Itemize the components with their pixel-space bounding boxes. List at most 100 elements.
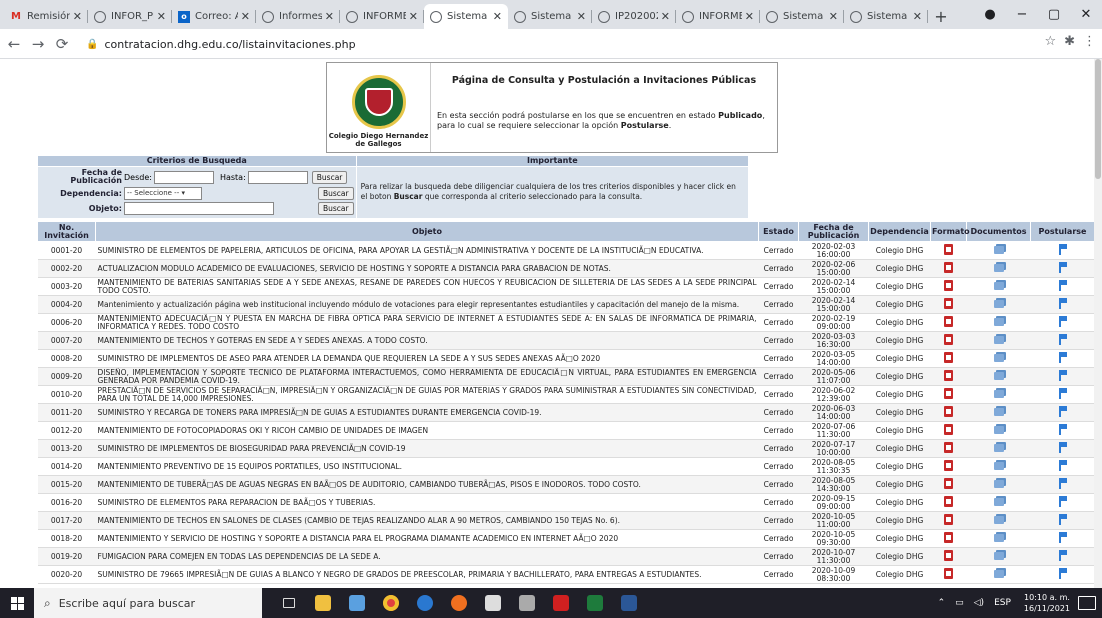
browser-tab[interactable]: Sistema d✕ bbox=[508, 4, 592, 29]
word-icon[interactable] bbox=[612, 588, 646, 618]
documents-icon[interactable] bbox=[993, 533, 1004, 542]
pdf-format-icon[interactable] bbox=[944, 316, 953, 327]
browser-tab[interactable]: INFORME ✕ bbox=[340, 4, 424, 29]
pdf-format-icon[interactable] bbox=[944, 496, 953, 507]
documents-icon[interactable] bbox=[993, 371, 1004, 380]
browser-tab[interactable]: Sistema d✕ bbox=[844, 4, 928, 29]
buscar-dependencia-button[interactable]: Buscar bbox=[318, 187, 354, 201]
pdf-format-icon[interactable] bbox=[944, 262, 953, 273]
minimize-button[interactable]: − bbox=[1006, 7, 1038, 22]
close-tab-icon[interactable]: ✕ bbox=[409, 10, 418, 23]
pdf-format-icon[interactable] bbox=[944, 352, 953, 363]
task-view-icon[interactable] bbox=[272, 588, 306, 618]
objeto-input[interactable] bbox=[124, 202, 274, 216]
apply-flag-icon[interactable] bbox=[1057, 478, 1068, 489]
documents-icon[interactable] bbox=[993, 497, 1004, 506]
apply-flag-icon[interactable] bbox=[1057, 460, 1068, 471]
documents-icon[interactable] bbox=[993, 353, 1004, 362]
pdf-format-icon[interactable] bbox=[944, 244, 953, 255]
clock[interactable]: 10:10 a. m. 16/11/2021 bbox=[1024, 592, 1070, 614]
close-tab-icon[interactable]: ✕ bbox=[157, 10, 166, 23]
documents-icon[interactable] bbox=[993, 443, 1004, 452]
apply-flag-icon[interactable] bbox=[1057, 280, 1068, 291]
browser-tab[interactable]: o Correo: Al✕ bbox=[172, 4, 256, 29]
documents-icon[interactable] bbox=[993, 299, 1004, 308]
close-tab-icon[interactable]: ✕ bbox=[493, 10, 502, 23]
documents-icon[interactable] bbox=[993, 263, 1004, 272]
apply-flag-icon[interactable] bbox=[1057, 532, 1068, 543]
file-explorer-icon[interactable] bbox=[306, 588, 340, 618]
dependencia-select[interactable]: -- Seleccione -- ▾ bbox=[124, 187, 202, 201]
calendar-icon[interactable] bbox=[476, 588, 510, 618]
language-indicator[interactable]: ESP bbox=[994, 598, 1011, 608]
taskbar-search[interactable]: ⌕ Escribe aquí para buscar bbox=[34, 588, 262, 618]
pdf-format-icon[interactable] bbox=[944, 388, 953, 399]
chevron-up-icon[interactable]: ⌃ bbox=[938, 598, 946, 608]
hasta-input[interactable] bbox=[247, 170, 308, 184]
browser-tab[interactable]: Informes I✕ bbox=[256, 4, 340, 29]
pdf-format-icon[interactable] bbox=[944, 550, 953, 561]
maximize-button[interactable]: ▢ bbox=[1038, 7, 1070, 22]
apply-flag-icon[interactable] bbox=[1057, 352, 1068, 363]
documents-icon[interactable] bbox=[993, 335, 1004, 344]
documents-icon[interactable] bbox=[993, 479, 1004, 488]
pdf-format-icon[interactable] bbox=[944, 406, 953, 417]
url-bar[interactable]: 🔒 contratacion.dhg.edu.co/listainvitacio… bbox=[86, 33, 1016, 55]
apply-flag-icon[interactable] bbox=[1057, 550, 1068, 561]
browser-tab[interactable]: M Remisión | ✕ bbox=[4, 4, 88, 29]
documents-icon[interactable] bbox=[993, 551, 1004, 560]
windows-start-icon[interactable] bbox=[0, 596, 34, 610]
close-tab-icon[interactable]: ✕ bbox=[577, 10, 586, 23]
apply-flag-icon[interactable] bbox=[1057, 406, 1068, 417]
back-button[interactable]: ← bbox=[4, 35, 24, 53]
apply-flag-icon[interactable] bbox=[1057, 298, 1068, 309]
close-tab-icon[interactable]: ✕ bbox=[745, 10, 754, 23]
documents-icon[interactable] bbox=[993, 515, 1004, 524]
star-icon[interactable]: ☆ bbox=[1044, 34, 1056, 49]
volume-icon[interactable]: ◁) bbox=[974, 598, 984, 608]
apply-flag-icon[interactable] bbox=[1057, 442, 1068, 453]
close-window-button[interactable]: ✕ bbox=[1070, 7, 1102, 22]
browser-tab[interactable]: INFOR_PR✕ bbox=[88, 4, 172, 29]
documents-icon[interactable] bbox=[993, 569, 1004, 578]
close-tab-icon[interactable]: ✕ bbox=[241, 10, 250, 23]
documents-icon[interactable] bbox=[993, 461, 1004, 470]
profile-icon[interactable]: ● bbox=[974, 7, 1006, 22]
close-tab-icon[interactable]: ✕ bbox=[661, 10, 670, 23]
documents-icon[interactable] bbox=[993, 425, 1004, 434]
pdf-format-icon[interactable] bbox=[944, 280, 953, 291]
apply-flag-icon[interactable] bbox=[1057, 244, 1068, 255]
forward-button[interactable]: → bbox=[28, 35, 48, 53]
firefox-icon[interactable] bbox=[442, 588, 476, 618]
network-icon[interactable]: ▭ bbox=[955, 598, 964, 608]
documents-icon[interactable] bbox=[993, 317, 1004, 326]
notifications-icon[interactable] bbox=[1078, 596, 1096, 610]
close-tab-icon[interactable]: ✕ bbox=[73, 10, 82, 23]
pdf-format-icon[interactable] bbox=[944, 334, 953, 345]
desde-input[interactable] bbox=[153, 170, 214, 184]
close-tab-icon[interactable]: ✕ bbox=[913, 10, 922, 23]
close-tab-icon[interactable]: ✕ bbox=[325, 10, 334, 23]
reload-button[interactable]: ⟳ bbox=[52, 35, 72, 53]
photos-icon[interactable] bbox=[340, 588, 374, 618]
pdf-format-icon[interactable] bbox=[944, 460, 953, 471]
extensions-icon[interactable]: ✱ bbox=[1064, 34, 1075, 49]
browser-tab[interactable]: IP2020020✕ bbox=[592, 4, 676, 29]
documents-icon[interactable] bbox=[993, 281, 1004, 290]
browser-tab[interactable]: Sistema d✕ bbox=[424, 4, 508, 29]
documents-icon[interactable] bbox=[993, 407, 1004, 416]
menu-icon[interactable]: ⋮ bbox=[1083, 34, 1096, 49]
apply-flag-icon[interactable] bbox=[1057, 316, 1068, 327]
apply-flag-icon[interactable] bbox=[1057, 262, 1068, 273]
excel-icon[interactable] bbox=[578, 588, 612, 618]
chrome-icon[interactable] bbox=[374, 588, 408, 618]
pdf-format-icon[interactable] bbox=[944, 298, 953, 309]
close-tab-icon[interactable]: ✕ bbox=[829, 10, 838, 23]
edge-icon[interactable] bbox=[408, 588, 442, 618]
pdf-format-icon[interactable] bbox=[944, 370, 953, 381]
buscar-objeto-button[interactable]: Buscar bbox=[318, 202, 354, 216]
apply-flag-icon[interactable] bbox=[1057, 370, 1068, 381]
browser-tab[interactable]: INFORME ✕ bbox=[676, 4, 760, 29]
apply-flag-icon[interactable] bbox=[1057, 568, 1068, 579]
calculator-icon[interactable] bbox=[510, 588, 544, 618]
